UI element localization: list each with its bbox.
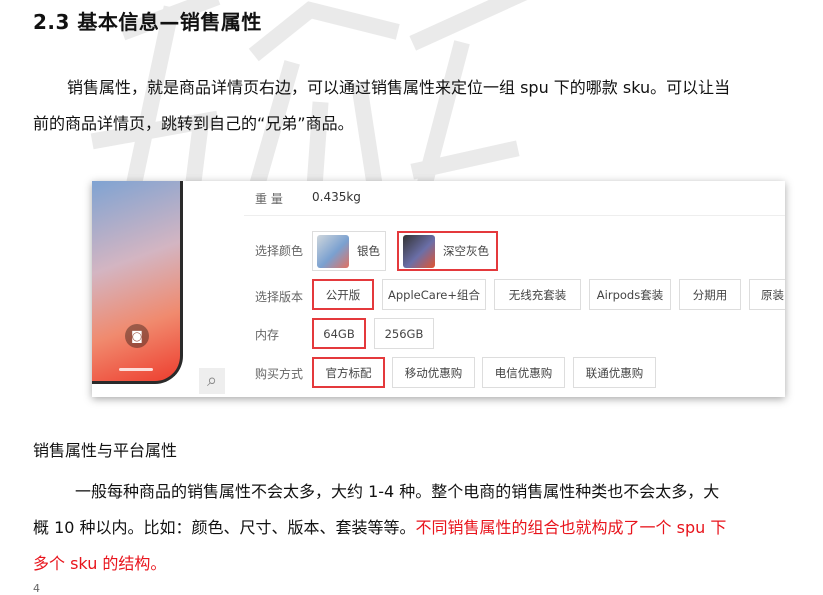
space-gray-phone-thumbnail: [403, 234, 435, 268]
version-option[interactable]: 原装: [749, 279, 785, 310]
memory-label: 内存: [255, 328, 280, 342]
magnifier-icon[interactable]: ⌕: [199, 368, 225, 394]
section-heading: 2.3 基本信息—销售属性: [33, 10, 262, 34]
version-label: 选择版本: [255, 290, 304, 304]
version-option[interactable]: 分期用: [679, 279, 741, 310]
version-option[interactable]: Airpods套装: [589, 279, 671, 310]
color-option-label: 深空灰色: [443, 244, 489, 258]
version-option[interactable]: 公开版: [312, 279, 374, 310]
subsection-heading: 销售属性与平台属性: [33, 441, 178, 460]
purchase-option[interactable]: 联通优惠购: [573, 357, 656, 388]
home-indicator: [119, 368, 153, 371]
purchase-option[interactable]: 电信优惠购: [482, 357, 565, 388]
product-detail-screenshot: ◙ ⌕ 重 量 0.435kg 选择颜色 银色 深空灰色 选择版本 公开版 Ap…: [92, 181, 785, 397]
memory-option[interactable]: 64GB: [312, 318, 366, 349]
weight-value: 0.435kg: [312, 190, 361, 204]
color-label: 选择颜色: [255, 244, 304, 258]
version-option[interactable]: AppleCare+组合: [382, 279, 486, 310]
camera-icon: ◙: [125, 324, 149, 348]
phone-image: ◙: [92, 181, 183, 384]
color-option-space-gray[interactable]: 深空灰色: [397, 231, 498, 271]
purchase-option[interactable]: 官方标配: [312, 357, 385, 388]
weight-label: 重 量: [255, 192, 283, 206]
purchase-option[interactable]: 移动优惠购: [392, 357, 475, 388]
memory-option[interactable]: 256GB: [374, 318, 434, 349]
silver-phone-thumbnail: [317, 234, 349, 268]
page-number: 4: [33, 582, 40, 595]
body-paragraph: 一般每种商品的销售属性不会太多，大约 1-4 种。整个电商的销售属性种类也不会太…: [33, 474, 733, 582]
purchase-label: 购买方式: [255, 367, 304, 381]
color-option-silver[interactable]: 银色: [312, 231, 386, 271]
color-option-label: 银色: [357, 244, 380, 258]
divider: [244, 215, 785, 216]
intro-paragraph: 销售属性，就是商品详情页右边，可以通过销售属性来定位一组 spu 下的哪款 sk…: [33, 78, 731, 133]
version-option[interactable]: 无线充套装: [494, 279, 581, 310]
